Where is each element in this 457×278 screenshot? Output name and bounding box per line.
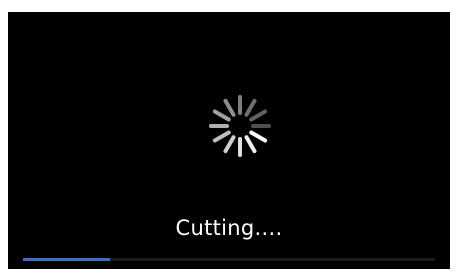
spinner-spoke bbox=[249, 109, 268, 122]
status-text: Cutting.... bbox=[175, 216, 283, 240]
spinner-spoke bbox=[212, 130, 231, 143]
progress-fill bbox=[23, 258, 110, 261]
spinner-spoke bbox=[212, 109, 231, 122]
spinner-spoke bbox=[223, 98, 236, 117]
spinner-spoke bbox=[223, 135, 236, 154]
spinner-icon bbox=[209, 95, 271, 157]
spinner-spoke bbox=[244, 135, 257, 154]
spinner-spoke bbox=[244, 98, 257, 117]
spinner-spoke bbox=[249, 130, 268, 143]
loading-screen: Cutting.... bbox=[8, 12, 450, 269]
progress-bar bbox=[23, 258, 435, 261]
